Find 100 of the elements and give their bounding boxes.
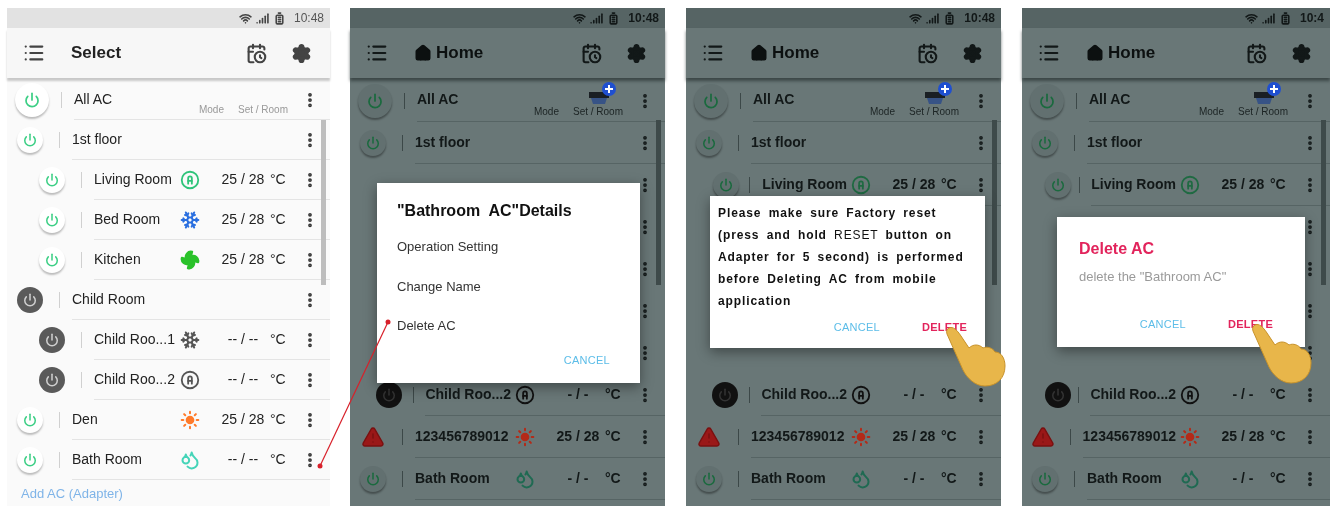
- temperature-value: - / -: [1231, 469, 1255, 488]
- ac-name[interactable]: Child Roo...2: [1090, 384, 1176, 405]
- clock-time: 10:48: [293, 10, 324, 27]
- ac-name[interactable]: Living Room: [762, 174, 847, 195]
- ac-name[interactable]: Bath Room: [1087, 468, 1162, 489]
- ac-name[interactable]: Kitchen: [94, 249, 141, 270]
- menu-item[interactable]: Operation Setting: [397, 237, 620, 257]
- ac-name[interactable]: 1st floor: [751, 132, 807, 153]
- calendar-clock-icon[interactable]: [246, 42, 267, 64]
- ac-name[interactable]: 1st floor: [72, 129, 122, 150]
- ac-name[interactable]: 1st floor: [1087, 132, 1143, 153]
- ac-name[interactable]: All AC: [74, 89, 113, 110]
- temperature-unit: °C: [270, 170, 287, 189]
- add-ac-icon[interactable]: [923, 81, 953, 107]
- power-icon: [23, 293, 37, 307]
- temperature-value: 25 / 28: [220, 250, 266, 269]
- ac-name[interactable]: 123456789012: [1082, 426, 1176, 447]
- ac-name[interactable]: Bed Room: [94, 209, 161, 230]
- cancel-button[interactable]: CANCEL: [563, 352, 610, 369]
- temperature-value: 25 / 28: [891, 175, 937, 194]
- settings-icon[interactable]: [291, 42, 312, 64]
- power-icon: [702, 136, 716, 150]
- ac-name[interactable]: Living Room: [1091, 174, 1176, 195]
- power-button[interactable]: [17, 287, 43, 313]
- temperature-unit: °C: [941, 175, 958, 194]
- temperature-value: 25 / 28: [220, 410, 266, 429]
- menu-icon[interactable]: [23, 42, 45, 64]
- delete-button[interactable]: DELETE: [1227, 316, 1273, 333]
- calendar-clock-icon[interactable]: [1246, 42, 1267, 64]
- add-ac-icon[interactable]: [1252, 81, 1282, 107]
- settings-icon[interactable]: [962, 42, 983, 64]
- ac-name[interactable]: Bath Room: [72, 449, 143, 470]
- power-button[interactable]: [712, 172, 739, 198]
- add-ac-link[interactable]: Add AC (Adapter): [21, 484, 123, 504]
- power-button[interactable]: [39, 327, 65, 353]
- screen-title: Home: [772, 42, 820, 65]
- wifi-icon: [238, 11, 252, 25]
- dialog-message: delete the "Bathroom AC": [1079, 268, 1228, 286]
- menu-item[interactable]: Delete AC: [397, 316, 620, 336]
- ac-name[interactable]: Den: [72, 409, 98, 430]
- ac-name[interactable]: Child Roo...2: [425, 384, 511, 405]
- battery-icon: [1278, 11, 1292, 25]
- column-label: Mode: [1198, 105, 1224, 119]
- cancel-button[interactable]: CANCEL: [833, 319, 880, 336]
- power-icon: [718, 388, 733, 402]
- temperature-unit: °C: [1270, 385, 1287, 404]
- power-icon: [1039, 93, 1055, 109]
- power-button[interactable]: [39, 367, 65, 393]
- signal-icon: [255, 11, 269, 25]
- ac-name[interactable]: Child Roo...2: [94, 369, 175, 390]
- clock-time: 10:4: [1299, 10, 1324, 27]
- column-label: Set / Room: [237, 103, 288, 117]
- menu-icon[interactable]: [1038, 42, 1060, 64]
- ac-name[interactable]: All AC: [417, 89, 459, 110]
- menu-icon[interactable]: [366, 42, 388, 64]
- ac-name[interactable]: Bath Room: [751, 468, 826, 489]
- menu-icon[interactable]: [702, 42, 724, 64]
- ac-name[interactable]: Child Roo...1: [94, 329, 175, 350]
- temperature-unit: °C: [270, 410, 287, 429]
- ac-name[interactable]: All AC: [753, 89, 795, 110]
- clock-time: 10:48: [628, 10, 659, 27]
- temperature-value: - / -: [566, 469, 590, 488]
- ac-name[interactable]: Child Room: [72, 289, 146, 310]
- power-icon: [45, 333, 59, 347]
- wifi-icon: [1244, 11, 1258, 25]
- power-button[interactable]: [376, 382, 403, 408]
- column-label: Set / Room: [1237, 105, 1288, 119]
- power-icon: [45, 253, 59, 267]
- column-label: Mode: [533, 105, 559, 119]
- temperature-unit: °C: [1270, 175, 1287, 194]
- power-icon: [24, 92, 40, 108]
- ac-name[interactable]: 123456789012: [415, 426, 509, 447]
- temperature-value: 25 / 28: [891, 427, 937, 446]
- ac-name[interactable]: 1st floor: [415, 132, 471, 153]
- calendar-clock-icon[interactable]: [581, 42, 602, 64]
- warning-message: Please make sure Factory reset (press and hold RESET button on Adapter for 5 second) is performed before Deleting AC from mobile application: [718, 205, 965, 310]
- temperature-unit: °C: [1270, 427, 1287, 446]
- temperature-unit: °C: [270, 450, 287, 469]
- ac-name[interactable]: All AC: [1089, 89, 1131, 110]
- ac-name[interactable]: Child Roo...2: [761, 384, 847, 405]
- menu-item[interactable]: Change Name: [397, 276, 620, 296]
- power-icon: [703, 93, 719, 109]
- temperature-unit: °C: [1270, 469, 1287, 488]
- ac-name[interactable]: Bath Room: [415, 468, 490, 489]
- temperature-value: 25 / 28: [220, 170, 266, 189]
- ac-name[interactable]: 123456789012: [751, 426, 845, 447]
- settings-icon[interactable]: [1291, 42, 1312, 64]
- power-icon: [45, 373, 59, 387]
- power-icon: [718, 178, 733, 192]
- calendar-clock-icon[interactable]: [917, 42, 938, 64]
- temperature-unit: °C: [270, 370, 287, 389]
- power-icon: [1051, 178, 1066, 192]
- screen-title: Select: [71, 42, 122, 65]
- screen-title: Home: [1108, 42, 1156, 65]
- ac-name[interactable]: Living Room: [94, 169, 172, 190]
- cancel-button[interactable]: CANCEL: [1139, 316, 1186, 333]
- settings-icon[interactable]: [626, 42, 647, 64]
- power-icon: [1038, 472, 1052, 486]
- delete-button[interactable]: DELETE: [921, 319, 967, 336]
- add-ac-icon[interactable]: [587, 81, 617, 107]
